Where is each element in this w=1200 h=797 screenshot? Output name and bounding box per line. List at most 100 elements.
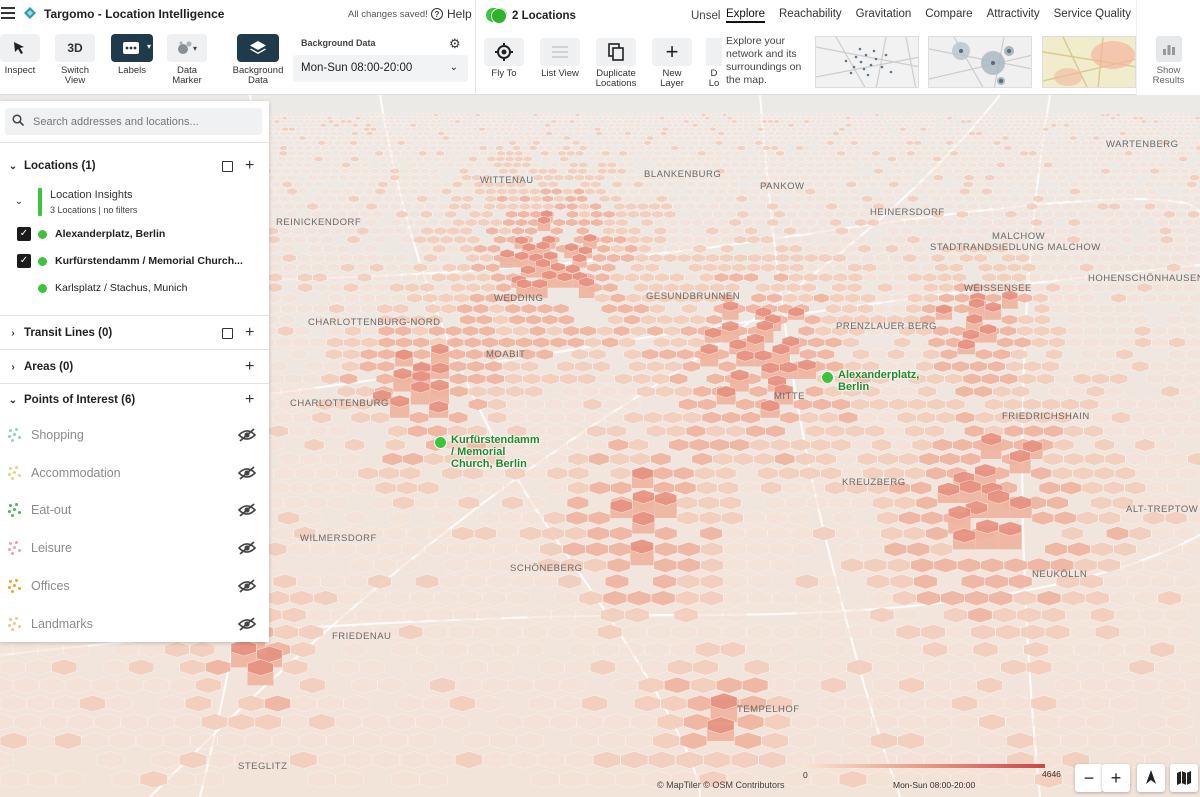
locations-header: Locations (1) [24, 160, 96, 172]
poi-row[interactable]: Offices [8, 575, 262, 597]
help-label: Help [447, 7, 472, 21]
district-label: Wilmersdorf [300, 533, 377, 544]
search-icon [12, 114, 24, 126]
poi-section-toggle[interactable]: ⌄ Points of Interest (6) [8, 391, 135, 409]
locations-select-all-checkbox[interactable] [222, 161, 233, 172]
inspect-button[interactable]: Inspect [0, 34, 40, 76]
tab-attractivity[interactable]: Attractivity [987, 8, 1040, 23]
help-button[interactable]: ? Help [431, 7, 472, 21]
chevron-right-icon: › [11, 361, 15, 373]
map-legend: 0 4646 Mon-Sun 08:00-20:00 [797, 764, 1070, 792]
view-3d-icon: 3D [55, 34, 95, 62]
new-layer-button[interactable]: + New Layer [652, 38, 692, 89]
divider [0, 383, 269, 384]
search-input[interactable] [33, 108, 258, 135]
transit-section-toggle[interactable]: › Transit Lines (0) [8, 324, 112, 342]
locations-section-toggle[interactable]: ⌄ Locations (1) [8, 157, 96, 175]
add-location-button[interactable]: + [245, 158, 254, 174]
location-checkbox[interactable]: ✓ [17, 227, 31, 241]
poi-category-icon [8, 466, 22, 480]
poi-category-icon [8, 541, 22, 555]
show-results-button[interactable]: Show Results [1136, 0, 1200, 95]
background-data-value: Mon-Sun 08:00-20:00 [301, 62, 413, 74]
marker-dot[interactable] [821, 371, 834, 384]
fly-to-button[interactable]: Fly To [484, 38, 524, 79]
map-style-button[interactable] [1170, 764, 1198, 792]
zoom-in-button[interactable]: + [1102, 764, 1130, 792]
tab-explore[interactable]: Explore [726, 8, 765, 23]
explore-thumbnail-heatmap[interactable] [1042, 36, 1136, 88]
crosshair-icon [484, 38, 524, 66]
search-box[interactable] [5, 108, 262, 135]
location-dot [38, 284, 47, 293]
labels-button[interactable]: ▾ Labels [111, 34, 153, 76]
location-marker-kurfuerstendamm[interactable]: Kurfürstendamm / Memorial Church, Berlin [434, 434, 540, 470]
areas-section-toggle[interactable]: › Areas (0) [8, 358, 73, 376]
location-name[interactable]: Kurfürstendamm / Memorial Church... [55, 255, 243, 267]
eye-off-icon[interactable] [238, 579, 256, 593]
location-name[interactable]: Karlsplatz / Stachus, Munich [55, 282, 187, 294]
poi-row[interactable]: Landmarks [8, 613, 262, 635]
show-results-label: Show Results [1152, 65, 1185, 86]
district-label: Blankenburg [644, 169, 722, 180]
poi-row[interactable]: Shopping [8, 424, 262, 446]
locations-count: 2 Locations [512, 10, 576, 22]
poi-row[interactable]: Leisure [8, 537, 262, 559]
poi-name: Shopping [31, 428, 84, 442]
save-status: All changes saved! [348, 9, 428, 20]
chevron-down-icon[interactable]: ⌄ [14, 196, 24, 207]
marker-label: Alexanderplatz, Berlin [838, 369, 920, 393]
unselect-link[interactable]: Unsel [691, 10, 720, 22]
explore-thumbnail-network[interactable] [815, 36, 919, 88]
chevron-right-icon: › [11, 327, 15, 339]
copy-icon [596, 38, 636, 66]
switch-view-label: Switch View [61, 65, 89, 86]
gear-icon[interactable]: ⚙ [449, 36, 461, 52]
chevron-down-icon: ▾ [146, 42, 151, 51]
menu-icon[interactable] [1, 7, 15, 19]
poi-row[interactable]: Accommodation [8, 462, 262, 484]
list-icon [540, 38, 580, 66]
list-view-button[interactable]: List View [540, 38, 580, 79]
location-marker-alexanderplatz[interactable]: Alexanderplatz, Berlin [821, 369, 919, 393]
background-data-title: Background Data [301, 38, 376, 48]
eye-off-icon[interactable] [238, 541, 256, 555]
locations-toggle[interactable] [486, 8, 507, 24]
add-area-button[interactable]: + [245, 359, 254, 375]
district-label: Kreuzberg [842, 477, 906, 488]
map-attribution[interactable]: © MapTiler © OSM Contributors [657, 780, 784, 790]
background-data-button[interactable]: Background Data [233, 34, 283, 86]
district-label: Pankow [760, 181, 805, 192]
labels-icon: ▾ [111, 34, 153, 62]
transit-select-all-checkbox[interactable] [222, 328, 233, 339]
svg-text:▾: ▾ [193, 44, 197, 53]
explore-thumbnail-clusters[interactable] [928, 36, 1032, 88]
tab-service-quality[interactable]: Service Quality [1054, 8, 1131, 23]
location-checkbox[interactable]: ✓ [17, 254, 31, 268]
legend-max: 4646 [1042, 769, 1061, 779]
add-poi-button[interactable]: + [245, 392, 254, 408]
district-label: Weißensee [964, 283, 1032, 294]
eye-off-icon[interactable] [238, 428, 256, 442]
district-label: Malchow [992, 231, 1046, 242]
tab-compare[interactable]: Compare [925, 8, 972, 23]
tab-gravitation[interactable]: Gravitation [856, 8, 912, 23]
zoom-out-button[interactable]: − [1075, 764, 1103, 792]
chevron-down-icon: ⌄ [8, 394, 18, 406]
targomo-logo-icon [24, 7, 36, 19]
eye-off-icon[interactable] [238, 617, 256, 631]
district-label: Neukölln [1032, 569, 1088, 580]
switch-view-button[interactable]: 3D Switch View [55, 34, 95, 86]
marker-dot[interactable] [434, 436, 447, 449]
duplicate-locations-button[interactable]: Duplicate Locations [596, 38, 636, 89]
add-transit-button[interactable]: + [245, 325, 254, 341]
eye-off-icon[interactable] [238, 503, 256, 517]
tab-reachability[interactable]: Reachability [779, 8, 842, 23]
eye-off-icon[interactable] [238, 466, 256, 480]
data-marker-button[interactable]: ▾ Data Marker [167, 34, 207, 86]
background-data-select[interactable]: Mon-Sun 08:00-20:00 ⌄ [293, 55, 468, 82]
compass-button[interactable] [1137, 764, 1165, 792]
poi-row[interactable]: Eat-out [8, 499, 262, 521]
chevron-down-icon: ⌄ [8, 160, 18, 172]
location-name[interactable]: Alexanderplatz, Berlin [55, 228, 165, 240]
